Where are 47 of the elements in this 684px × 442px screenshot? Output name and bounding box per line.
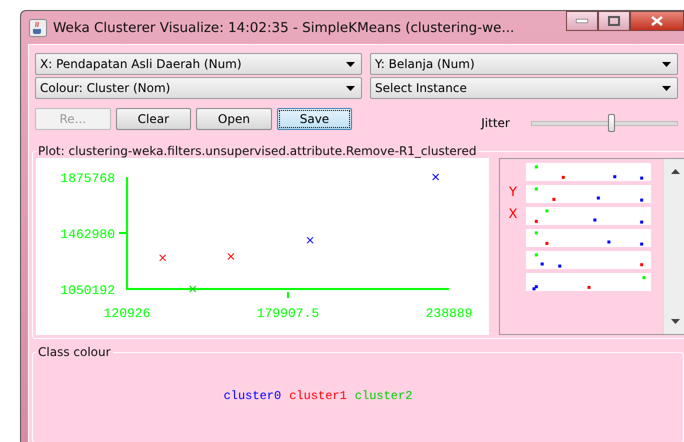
scroll-down-icon: [670, 319, 680, 324]
caret-icon: [346, 62, 355, 66]
x-tick-label: 179907.5: [256, 306, 320, 321]
attribute-strip[interactable]: [526, 273, 651, 291]
class-colour-title: Class colour: [37, 345, 112, 359]
class-label: cluster2: [354, 389, 412, 403]
window-title: Weka Clusterer Visualize: 14:02:35 - SimpleKMeans (clustering-we...: [53, 20, 516, 36]
maximize-button[interactable]: [598, 11, 630, 31]
attribute-strip[interactable]: [526, 185, 651, 203]
caret-icon: [662, 62, 671, 66]
dropdown[interactable]: Colour: Cluster (Nom): [35, 77, 362, 99]
class-label: cluster1: [289, 389, 347, 403]
coffee-cup-icon: [29, 18, 47, 36]
close-icon: [651, 16, 663, 26]
attribute-strip[interactable]: [526, 251, 651, 269]
y-tick-label: 1050192: [60, 283, 115, 298]
data-point: [306, 236, 314, 244]
dropdown[interactable]: X: Pendapatan Asli Daerah (Num): [35, 53, 362, 75]
class-label: cluster0: [224, 389, 282, 403]
x-tick-label: 238889: [426, 306, 472, 321]
toolbar-button[interactable]: Save: [276, 108, 352, 130]
x-tick-label: 120926: [104, 306, 150, 321]
jitter-label: Jitter: [481, 116, 510, 130]
toolbar-button[interactable]: Open: [196, 108, 272, 130]
close-button[interactable]: [630, 11, 684, 31]
data-point: [159, 254, 166, 262]
maximize-icon: [608, 16, 620, 26]
data-point: [189, 286, 196, 292]
minimize-button[interactable]: [566, 11, 598, 31]
scroll-up-icon: [670, 169, 680, 174]
plot-title: Plot: clustering-weka.filters.unsupervised.attribute.Remove-R1_clustered: [37, 144, 478, 158]
dropdown[interactable]: Select Instance: [370, 77, 678, 99]
caret-icon: [346, 86, 355, 90]
attribute-strip[interactable]: [526, 229, 651, 247]
minimize-icon: [576, 19, 588, 23]
scrollbar[interactable]: [663, 159, 684, 334]
toolbar-button[interactable]: Clear: [116, 108, 192, 130]
dropdown[interactable]: Y: Belanja (Num): [370, 53, 678, 75]
data-point: [227, 252, 234, 260]
slider-thumb[interactable]: [608, 114, 615, 132]
attribute-strip[interactable]: [526, 163, 651, 181]
jitter-slider[interactable]: [530, 114, 678, 132]
attribute-strip[interactable]: [526, 207, 651, 225]
caret-icon: [662, 86, 671, 90]
y-tick-label: 1875768: [60, 171, 115, 186]
y-tick-label: 1462980: [60, 227, 115, 242]
data-point: [432, 174, 440, 180]
